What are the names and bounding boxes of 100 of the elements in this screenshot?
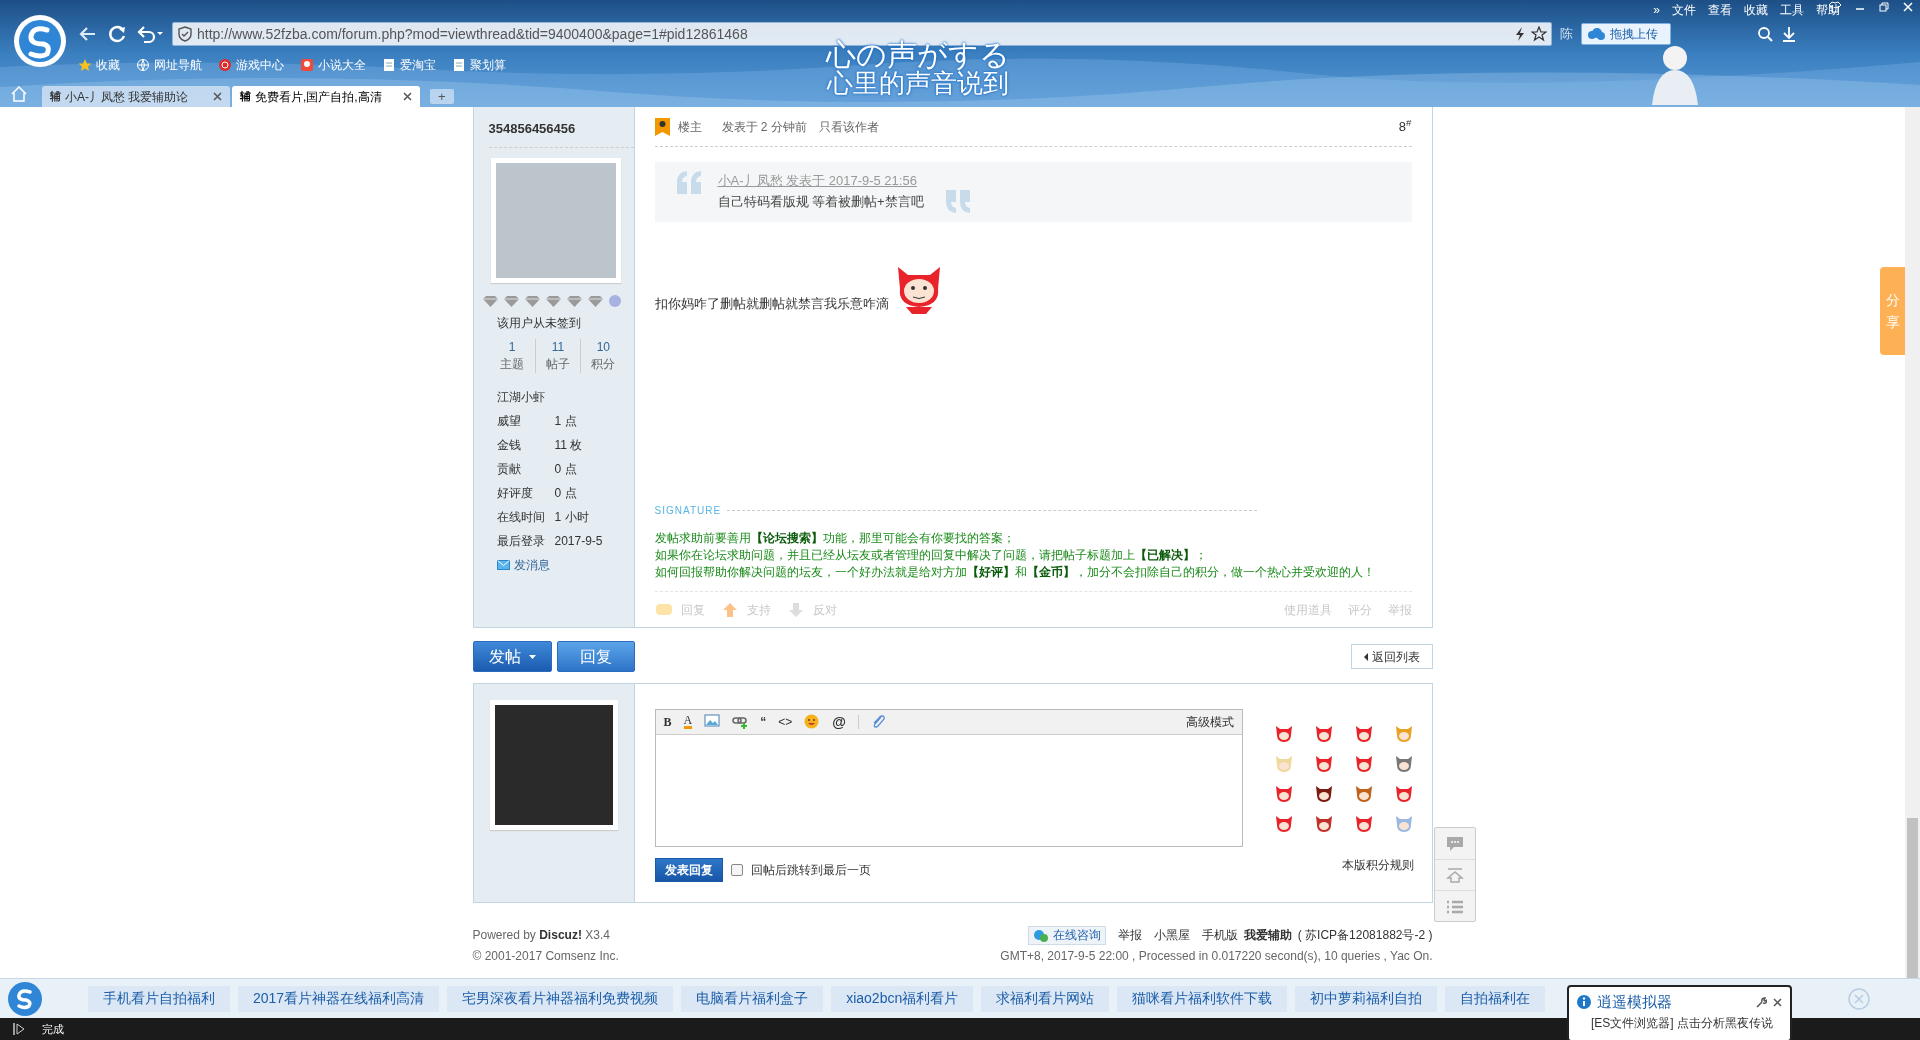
bookmark-link[interactable]: 游戏中心 — [218, 56, 284, 74]
field-label: 好评度 — [496, 484, 534, 502]
bold-button[interactable]: B — [663, 713, 672, 731]
menu-item[interactable]: » — [1653, 1, 1660, 19]
code-button[interactable]: <> — [778, 713, 793, 731]
smiley-icon[interactable] — [804, 714, 821, 730]
menu-item[interactable]: 工具 — [1780, 1, 1804, 19]
new-post-button[interactable]: 发帖 — [472, 641, 552, 672]
upload-button[interactable]: 拖拽上传 — [1581, 23, 1671, 45]
credit-rules-link[interactable]: 本版积分规则 — [1341, 856, 1414, 874]
bookmark-link[interactable]: 聚划算 — [452, 56, 506, 74]
diamond-icon — [482, 294, 498, 307]
promo-link[interactable]: 自拍福利在 — [1445, 985, 1546, 1012]
stat-value[interactable]: 10 — [596, 338, 610, 356]
back-to-list-button[interactable]: 返回列表 — [1350, 644, 1433, 669]
browser-tab[interactable]: 辅 小A-丿凤愁 我爱辅助论 — [42, 86, 230, 107]
menu-item[interactable]: 文件 — [1672, 1, 1696, 19]
page-icon — [382, 58, 396, 72]
close-icon[interactable] — [213, 92, 222, 101]
diamond-icon — [545, 294, 561, 307]
quote-text: 自己特码看版规 等着被删帖+禁言吧 — [717, 193, 924, 211]
diamond-icon — [503, 294, 519, 307]
diamond-icon — [524, 294, 540, 307]
menu-item[interactable]: 收藏 — [1744, 1, 1768, 19]
message-link[interactable]: 发消息 — [496, 555, 626, 574]
status-text: 完成 — [42, 1021, 64, 1037]
stat-label: 帖子 — [546, 355, 570, 373]
only-author-link[interactable]: 只看该作者 — [818, 117, 879, 136]
emoticon-icon[interactable] — [1353, 813, 1374, 833]
restore-icon[interactable] — [1878, 1, 1890, 13]
lightning-icon[interactable] — [1513, 26, 1527, 42]
refresh-icon[interactable] — [106, 23, 128, 45]
emoticon-icon[interactable] — [1313, 753, 1334, 773]
close-icon[interactable] — [1773, 997, 1782, 1007]
online-consult-button[interactable]: 在线咨询 — [1027, 926, 1106, 945]
text-color-button[interactable]: A — [683, 715, 693, 729]
close-icon[interactable] — [403, 92, 412, 101]
star-outline-icon[interactable] — [1531, 26, 1547, 42]
promo-link[interactable]: 宅男深夜看片神器福利免费视频 — [447, 985, 674, 1012]
browser-logo-icon[interactable] — [13, 14, 67, 68]
emoticon-icon[interactable] — [1353, 723, 1374, 743]
field-label: 金钱 — [496, 436, 522, 454]
floor-number[interactable]: 8$^{#}$ — [1398, 116, 1412, 137]
emoticon-icon[interactable] — [1273, 813, 1294, 833]
checkbox[interactable] — [730, 864, 743, 876]
footer-link[interactable]: 小黑屋 — [1153, 925, 1190, 946]
promo-link[interactable]: 电脑看片福利盒子 — [681, 985, 824, 1012]
promo-link[interactable]: 初中萝莉福利自拍 — [1295, 985, 1438, 1012]
emoticon-icon[interactable] — [1353, 753, 1374, 773]
promo-link[interactable]: 猫咪看片福利软件下载 — [1117, 985, 1288, 1012]
menu-item[interactable]: 查看 — [1708, 1, 1732, 19]
mention-button[interactable]: @ — [832, 711, 846, 733]
footer-link[interactable]: 手机版 — [1201, 925, 1238, 946]
emoticon-icon[interactable] — [1313, 783, 1334, 803]
emoticon-icon[interactable] — [1393, 753, 1414, 773]
emoticon-icon[interactable] — [1313, 723, 1334, 743]
tab-favicon: 辅 — [240, 89, 251, 105]
quote-button[interactable]: “ — [760, 713, 767, 731]
scrollbar-thumb[interactable] — [1907, 818, 1918, 978]
undo-arrow-icon[interactable] — [136, 24, 164, 44]
emoticon-icon[interactable] — [1273, 783, 1294, 803]
bookmark-link[interactable]: 小说大全 — [300, 56, 366, 74]
sidebar-toggle-icon[interactable] — [12, 1022, 26, 1036]
wrench-icon[interactable] — [1756, 996, 1767, 1008]
scrollbar[interactable] — [1905, 107, 1920, 978]
link-icon[interactable] — [732, 714, 749, 730]
field-value: 0 点 — [554, 460, 577, 478]
emoticon-icon[interactable] — [1393, 783, 1414, 803]
browser-tab[interactable]: 辅 免费看片,国产自拍,高清 — [232, 86, 420, 107]
image-icon[interactable] — [704, 714, 721, 730]
menu-item[interactable]: 帮助 — [1816, 1, 1840, 19]
sign-in-status: 该用户从未签到 — [496, 314, 582, 332]
new-tab-button[interactable]: + — [430, 89, 454, 104]
promo-link[interactable]: 求福利看片网站 — [981, 985, 1110, 1012]
advanced-mode-link[interactable]: 高级模式 — [1185, 713, 1234, 731]
footer-link[interactable]: 举报 — [1117, 925, 1142, 946]
stat-value[interactable]: 11 — [551, 338, 565, 356]
bookmark-link[interactable]: 收藏 — [78, 56, 120, 74]
field-value: 1 点 — [554, 412, 577, 430]
promo-link[interactable]: 手机看片自拍福利 — [88, 985, 230, 1012]
emoticon-icon[interactable] — [1273, 723, 1294, 743]
promo-link[interactable]: 2017看片神器在线福利高清 — [238, 985, 440, 1012]
copyright-text: © 2001-2017 Comsenz Inc. — [472, 948, 619, 965]
search-icon[interactable] — [1757, 26, 1773, 42]
browser-logo-icon[interactable] — [7, 980, 43, 1017]
comment-icon — [1446, 835, 1464, 852]
download-icon[interactable] — [1781, 26, 1797, 42]
icp-link[interactable]: ( 苏ICP备12081882号-2 ) — [1297, 925, 1433, 946]
emoticon-icon[interactable] — [1313, 813, 1334, 833]
stat-label: 积分 — [591, 355, 616, 373]
author-name[interactable]: 354856456456 — [488, 119, 634, 148]
shirt-icon[interactable] — [1828, 1, 1842, 13]
submit-reply-button[interactable]: 发表回复 — [654, 858, 723, 882]
bookmark-link[interactable]: 爱淘宝 — [382, 56, 436, 74]
stat-value[interactable]: 1 — [508, 338, 516, 356]
home-icon[interactable] — [10, 85, 28, 103]
promo-link[interactable]: xiao2bcn福利看片 — [831, 985, 974, 1012]
site-name-link[interactable]: 我爱辅助 — [1243, 925, 1292, 946]
bookmark-link[interactable]: 网址导航 — [136, 56, 202, 74]
reply-button[interactable]: 回复 — [556, 641, 635, 672]
